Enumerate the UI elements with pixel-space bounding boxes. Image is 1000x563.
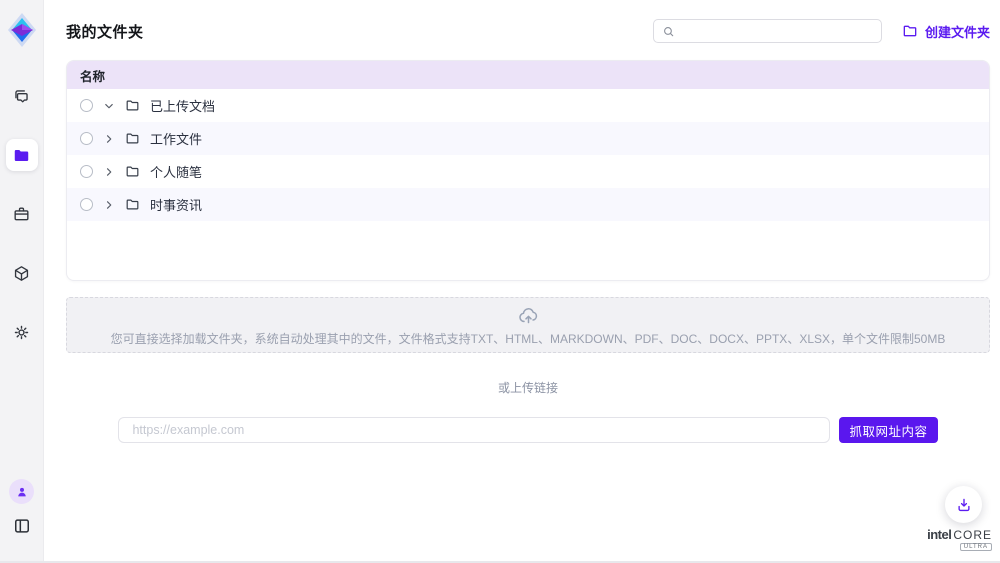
cloud-upload-icon	[517, 304, 540, 327]
sidebar	[0, 0, 44, 561]
folder-row[interactable]: 个人随笔	[67, 155, 989, 188]
briefcase-icon	[12, 205, 31, 224]
row-checkbox[interactable]	[80, 198, 93, 211]
fetch-url-button[interactable]: 抓取网址内容	[839, 417, 937, 443]
dropzone-hint-text: 您可直接选择加载文件夹，系统自动处理其中的文件，文件格式支持TXT、HTML、M…	[111, 330, 946, 347]
folder-outline-icon	[124, 197, 140, 213]
url-input[interactable]	[118, 417, 830, 443]
folder-name: 已上传文档	[150, 96, 215, 115]
core-word: core	[953, 528, 992, 542]
chevron-right-icon[interactable]	[101, 197, 116, 212]
folder-name: 时事资讯	[150, 195, 202, 214]
row-checkbox[interactable]	[80, 165, 93, 178]
page-header: 我的文件夹 创建文件夹	[66, 19, 990, 43]
chevron-down-icon[interactable]	[101, 98, 116, 113]
folder-outline-icon	[124, 164, 140, 180]
chat-icon	[12, 87, 31, 106]
row-checkbox[interactable]	[80, 132, 93, 145]
main-content: 我的文件夹 创建文件夹 名称	[44, 0, 1000, 561]
folder-icon	[12, 146, 31, 165]
folder-row[interactable]: 时事资讯	[67, 188, 989, 221]
panel-toggle-icon	[12, 516, 32, 536]
intel-ultra-badge: ultra	[960, 543, 992, 551]
download-icon	[955, 496, 973, 514]
sidebar-item-models[interactable]	[6, 257, 38, 289]
folder-row[interactable]: 工作文件	[67, 122, 989, 155]
page-title: 我的文件夹	[66, 21, 144, 42]
create-folder-label: 创建文件夹	[925, 22, 990, 41]
app-logo	[5, 10, 39, 50]
sidebar-nav	[6, 80, 38, 348]
create-folder-button[interactable]: 创建文件夹	[902, 22, 990, 41]
sidebar-bottom	[9, 479, 34, 537]
sidebar-item-folders[interactable]	[6, 139, 38, 171]
row-checkbox[interactable]	[80, 99, 93, 112]
folder-name: 个人随笔	[150, 162, 202, 181]
url-upload-row: 抓取网址内容	[66, 417, 990, 443]
diamond-logo-icon	[6, 11, 38, 49]
chevron-right-icon[interactable]	[101, 131, 116, 146]
search-icon	[662, 25, 675, 38]
panel-toggle-button[interactable]	[11, 515, 33, 537]
intel-core-logo: intel core ultra	[927, 527, 992, 551]
chevron-right-icon[interactable]	[101, 164, 116, 179]
or-upload-link-label: 或上传链接	[66, 379, 990, 396]
intel-core-wordmark: intel core	[927, 527, 992, 542]
search-input[interactable]	[681, 24, 873, 38]
cube-icon	[12, 264, 31, 283]
download-fab-button[interactable]	[945, 486, 982, 523]
folder-table: 名称 已上传文档 工作文件	[66, 60, 990, 281]
upload-dropzone[interactable]: 您可直接选择加载文件夹，系统自动处理其中的文件，文件格式支持TXT、HTML、M…	[66, 297, 990, 353]
gear-icon	[12, 323, 31, 342]
search-box[interactable]	[653, 19, 882, 43]
sidebar-item-settings[interactable]	[6, 316, 38, 348]
folder-outline-icon	[124, 131, 140, 147]
app-window: 我的文件夹 创建文件夹 名称	[0, 0, 1000, 563]
folder-name: 工作文件	[150, 129, 202, 148]
intel-word: intel	[927, 527, 951, 542]
avatar[interactable]	[9, 479, 34, 504]
header-actions: 创建文件夹	[653, 19, 990, 43]
sidebar-item-workspace[interactable]	[6, 198, 38, 230]
folder-row[interactable]: 已上传文档	[67, 89, 989, 122]
user-icon	[15, 485, 29, 499]
table-header-name: 名称	[67, 61, 989, 89]
sidebar-item-chat[interactable]	[6, 80, 38, 112]
folder-outline-icon	[124, 98, 140, 114]
create-folder-icon	[902, 23, 918, 39]
